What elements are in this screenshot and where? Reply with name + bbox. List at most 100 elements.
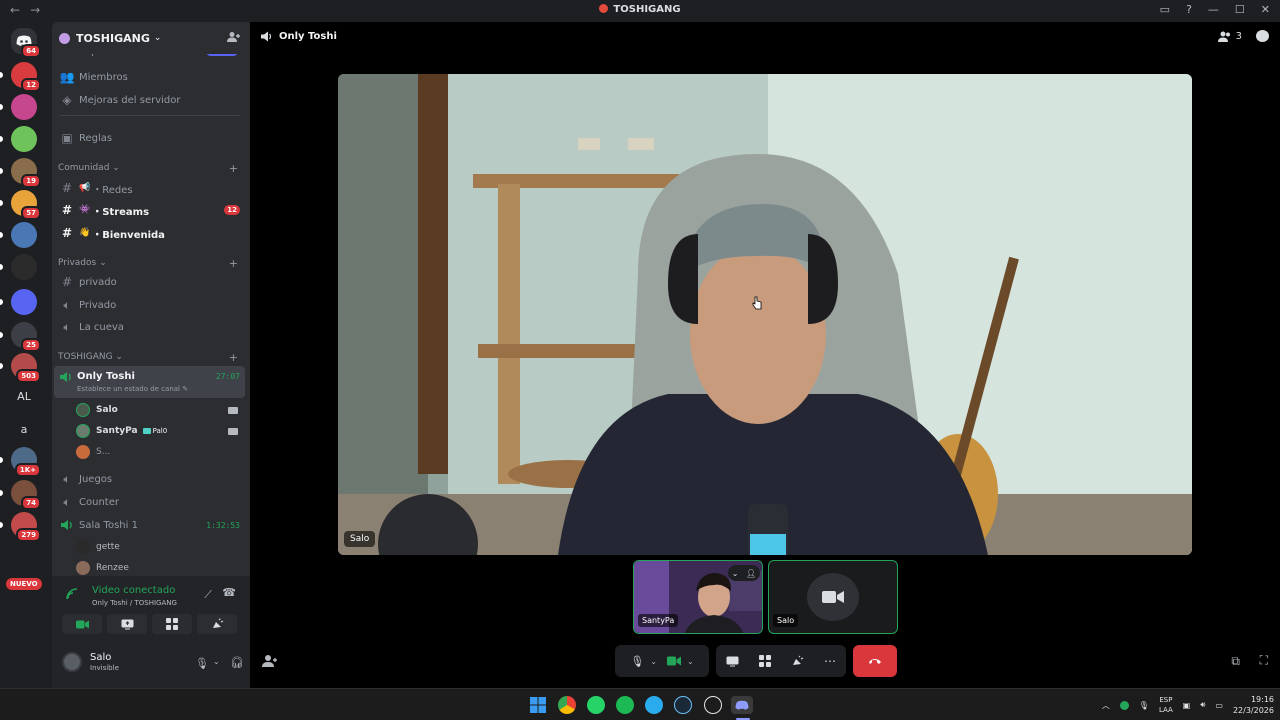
telegram-icon[interactable] [645,696,663,714]
minimize-button[interactable]: — [1208,3,1219,16]
server-icon[interactable] [11,222,37,248]
more-options-icon[interactable]: ⋯ [824,654,836,668]
tile-controls[interactable]: ⌄ 👤︎ [728,565,760,581]
signal-icon[interactable] [66,588,80,600]
microphone-button[interactable]: 🎙︎ [630,655,644,668]
noise-suppression-icon[interactable]: ⟋ [204,588,212,602]
server-icon[interactable]: 25 [11,322,41,352]
channel-streams[interactable]: # 👾 ・Streams 12 [52,199,250,221]
voice-member[interactable]: Salo [76,400,242,420]
popout-icon[interactable]: ⧉ [1231,654,1240,669]
server-icon[interactable]: 1K+ [11,447,41,477]
server-icon[interactable]: 57 [11,190,41,220]
maximize-button[interactable]: ☐ [1235,3,1245,16]
invite-icon[interactable] [262,654,278,668]
chrome-icon[interactable] [558,696,576,714]
add-channel-icon[interactable]: + [229,351,238,364]
github-icon[interactable] [704,696,722,714]
chevron-down-icon[interactable]: ⌄ [687,657,694,666]
server-icon[interactable] [11,289,37,315]
camera-icon [75,620,89,628]
server-icon[interactable]: 12 [11,62,41,92]
screen-share-icon[interactable] [726,656,739,667]
microphone-icon[interactable]: 🎙︎ [1139,701,1149,710]
add-channel-icon[interactable]: + [229,162,238,175]
microphone-icon[interactable]: 🎙︎ [195,657,209,670]
category-privados[interactable]: Privados ⌄ [58,258,107,268]
chevron-down-icon[interactable]: ⌄ [732,569,739,578]
help-icon[interactable]: ? [1186,3,1192,16]
chevron-down-icon[interactable]: ⌄ [650,657,657,666]
channel-redes[interactable]: # 📢 ・Redes [52,177,250,199]
channel-privado-text[interactable]: # privado [52,271,250,293]
server-a[interactable]: a [11,417,37,443]
participant-tile[interactable]: Salo [768,560,898,634]
camera-button[interactable] [666,656,681,666]
invite-icon[interactable] [227,31,241,43]
chat-icon[interactable] [1256,30,1269,42]
screen-share-button[interactable] [107,614,147,634]
channel-status[interactable]: Establece un estado de canal ✎ [77,385,188,393]
voice-channel-only-toshi[interactable]: Only Toshi Establece un estado de canal … [54,366,245,398]
channel-bienvenida[interactable]: # 👋 ・Bienvenida [52,222,250,244]
network-icon[interactable]: ▣ [1183,701,1191,710]
headphones-icon[interactable]: 🎧︎ [230,656,244,669]
server-icon[interactable]: 19 [11,158,41,188]
home-button[interactable]: 64 [11,28,41,58]
camera-button[interactable] [62,614,102,634]
volume-icon[interactable]: 🔊︎ [1200,700,1205,710]
status-icon[interactable] [1119,700,1129,710]
members-item[interactable]: 👥 Miembros [52,66,250,88]
clock[interactable]: 19:16 22/3/2026 [1233,694,1274,716]
rules-channel[interactable]: ▣ Reglas [52,127,250,149]
voice-channel-counter[interactable]: 🔈︎ Counter [52,491,250,513]
voice-member[interactable]: gette [76,537,242,557]
server-icon[interactable] [11,126,37,152]
server-icon[interactable]: 74 [11,480,41,510]
server-icon[interactable]: 503 [11,353,41,383]
close-button[interactable]: ✕ [1261,3,1270,16]
inbox-icon[interactable]: ▭ [1160,3,1170,16]
server-icon[interactable] [11,254,37,280]
whatsapp-icon[interactable] [587,696,605,714]
activities-button[interactable] [152,614,192,634]
participant-tile[interactable]: SantyPa ⌄ 👤︎ [633,560,763,634]
participants-button[interactable]: 3 [1217,31,1242,42]
disconnect-icon[interactable]: ☎ [222,586,236,599]
soundboard-icon[interactable] [791,655,804,667]
voice-channel-juegos[interactable]: 🔈︎ Juegos [52,468,250,490]
activities-icon[interactable] [759,655,771,667]
server-icon[interactable] [11,94,37,120]
spotify-icon[interactable] [616,696,634,714]
avatar [807,573,859,621]
channel-privado-voice[interactable]: 🔈︎ Privado [52,294,250,316]
guild-header[interactable]: TOSHIGANG ⌄ [52,22,250,54]
chevron-down-icon[interactable]: ⌄ [213,657,220,666]
channel-sidebar: TOSHIGANG ⌄ ≡ Explorar canales NUEVO 👥 M… [52,22,250,688]
voice-member[interactable]: S... [76,442,242,462]
server-boosts-item[interactable]: ◈ Mejoras del servidor [52,89,250,111]
server-al[interactable]: AL [11,384,37,410]
channel-la-cueva[interactable]: 🔈︎ La cueva [52,316,250,338]
soundboard-button[interactable] [197,614,237,634]
user-name[interactable]: Salo [90,652,111,663]
disconnect-button[interactable] [853,645,897,677]
steam-icon[interactable] [674,696,692,714]
voice-member[interactable]: Renzee [76,558,242,578]
battery-icon[interactable]: ▭ [1215,701,1223,710]
user-avatar[interactable] [62,652,82,672]
add-channel-icon[interactable]: + [229,257,238,270]
main-video-tile[interactable]: Salo [338,74,1192,555]
chevron-up-icon[interactable]: ︿ [1102,700,1110,711]
voice-status-subtitle[interactable]: Only Toshi / TOSHIGANG [92,599,177,607]
language-indicator[interactable]: ESP LAA [1159,695,1173,715]
category-comunidad[interactable]: Comunidad ⌄ [58,163,120,173]
discord-taskbar-icon[interactable] [731,696,753,714]
fullscreen-icon[interactable]: ⛶ [1260,653,1268,668]
server-icon[interactable]: 279 [11,512,41,542]
windows-start-icon[interactable] [529,696,547,714]
add-user-icon[interactable]: 👤︎ [746,569,756,578]
voice-channel-sala-toshi[interactable]: Sala Toshi 1 1:32:53 [52,514,250,536]
voice-member[interactable]: SantyPa Pal0 [76,421,242,441]
category-toshigang[interactable]: TOSHIGANG ⌄ [58,352,123,362]
